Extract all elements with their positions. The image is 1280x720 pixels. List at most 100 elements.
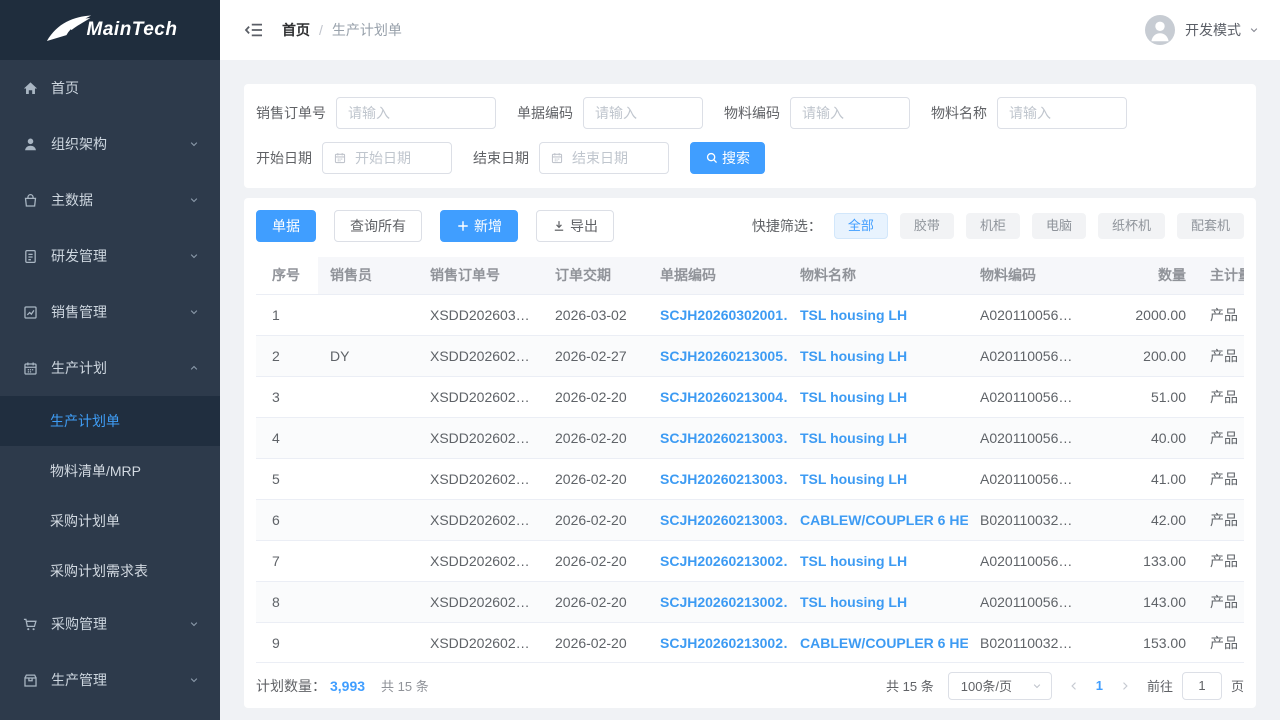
cell-link[interactable]: SCJH20260213003… bbox=[648, 499, 788, 540]
sidebar-subitem-purchase-plan-order[interactable]: 采购计划单 bbox=[0, 496, 220, 546]
end-date-picker[interactable]: 结束日期 bbox=[539, 142, 669, 174]
start-date-picker[interactable]: 开始日期 bbox=[322, 142, 452, 174]
cart-icon bbox=[22, 616, 39, 633]
prev-page-button[interactable] bbox=[1068, 680, 1080, 692]
filter-label: 物料名称 bbox=[931, 103, 987, 123]
cell-link[interactable]: TSL housing LH bbox=[788, 458, 968, 499]
table-row[interactable]: 4XSDD202602…2026-02-20SCJH20260213003…TS… bbox=[256, 417, 1244, 458]
cell-link[interactable]: SCJH20260213002… bbox=[648, 540, 788, 581]
sidebar-subitem-bom-mrp[interactable]: 物料清单/MRP bbox=[0, 446, 220, 496]
add-button[interactable]: 新增 bbox=[440, 210, 518, 242]
cell: 产品 bbox=[1198, 622, 1244, 660]
table-row[interactable]: 3XSDD202602…2026-02-20SCJH20260213004…TS… bbox=[256, 376, 1244, 417]
quick-filter-配套机[interactable]: 配套机 bbox=[1177, 213, 1244, 239]
sidebar-item-org[interactable]: 组织架构 bbox=[0, 116, 220, 172]
cell: 产品 bbox=[1198, 458, 1244, 499]
sidebar-item-rd[interactable]: 研发管理 bbox=[0, 228, 220, 284]
query-all-button[interactable]: 查询所有 bbox=[334, 210, 422, 242]
cell-link[interactable]: TSL housing LH bbox=[788, 581, 968, 622]
cell bbox=[318, 376, 418, 417]
goto-page-input[interactable] bbox=[1182, 672, 1222, 700]
cell-link[interactable]: TSL housing LH bbox=[788, 294, 968, 335]
quick-filter-机柜[interactable]: 机柜 bbox=[966, 213, 1020, 239]
table-row[interactable]: 5XSDD202602…2026-02-20SCJH20260213003…TS… bbox=[256, 458, 1244, 499]
quick-filter-胶带[interactable]: 胶带 bbox=[900, 213, 954, 239]
table-row[interactable]: 8XSDD202602…2026-02-20SCJH20260213002…TS… bbox=[256, 581, 1244, 622]
export-button[interactable]: 导出 bbox=[536, 210, 614, 242]
page-size-value: 100条/页 bbox=[961, 676, 1012, 695]
doc-button[interactable]: 单据 bbox=[256, 210, 316, 242]
filter-panel: 销售订单号单据编码物料编码物料名称 开始日期开始日期结束日期结束日期 搜索 bbox=[244, 84, 1256, 188]
column-header: 销售员 bbox=[318, 257, 418, 294]
chevron-down-icon bbox=[188, 250, 200, 262]
cell-link[interactable]: SCJH20260213003… bbox=[648, 417, 788, 458]
filter-label: 单据编码 bbox=[517, 103, 573, 123]
cell: XSDD202602… bbox=[418, 581, 543, 622]
toolbar: 单据查询所有新增导出 快捷筛选： 全部胶带机柜电脑纸杯机配套机 bbox=[256, 210, 1244, 242]
table-row[interactable]: 1XSDD202603…2026-03-02SCJH20260302001…TS… bbox=[256, 294, 1244, 335]
chevron-down-icon bbox=[1248, 24, 1260, 36]
breadcrumb-home[interactable]: 首页 bbox=[282, 20, 310, 40]
current-page[interactable]: 1 bbox=[1096, 678, 1103, 693]
cell-link[interactable]: SCJH20260213005… bbox=[648, 335, 788, 376]
sidebar-item-production[interactable]: 生产管理 bbox=[0, 652, 220, 708]
sales-order-no-input[interactable] bbox=[336, 97, 496, 129]
search-button[interactable]: 搜索 bbox=[690, 142, 765, 174]
filter-label: 开始日期 bbox=[256, 148, 312, 168]
cell-link[interactable]: CABLEW/COUPLER 6 HE bbox=[788, 499, 968, 540]
table-row[interactable]: 6XSDD202602…2026-02-20SCJH20260213003…CA… bbox=[256, 499, 1244, 540]
sidebar-item-home[interactable]: 首页 bbox=[0, 60, 220, 116]
sidebar-subitem-production-plan-order[interactable]: 生产计划单 bbox=[0, 396, 220, 446]
cell-link[interactable]: SCJH20260213003… bbox=[648, 458, 788, 499]
goto-label: 前往 bbox=[1147, 676, 1173, 695]
cell-link[interactable]: TSL housing LH bbox=[788, 540, 968, 581]
sidebar-subitem-label: 生产计划单 bbox=[50, 411, 120, 431]
sidebar-item-label: 销售管理 bbox=[51, 302, 107, 322]
calendar-icon bbox=[550, 151, 564, 165]
material-code-input[interactable] bbox=[790, 97, 910, 129]
sidebar-item-production-plan[interactable]: 生产计划 bbox=[0, 340, 220, 396]
cell-link[interactable]: SCJH20260213004… bbox=[648, 376, 788, 417]
pagination: 共 15 条 100条/页 1 前往 页 bbox=[886, 672, 1244, 700]
avatar bbox=[1145, 15, 1175, 45]
material-name-input[interactable] bbox=[997, 97, 1127, 129]
cell-link[interactable]: TSL housing LH bbox=[788, 376, 968, 417]
cell-link[interactable]: SCJH20260213002… bbox=[648, 581, 788, 622]
cell: 2026-02-20 bbox=[543, 458, 648, 499]
cell-link[interactable]: TSL housing LH bbox=[788, 417, 968, 458]
cell: A020110056… bbox=[968, 458, 1088, 499]
chevron-up-icon bbox=[188, 362, 200, 374]
sidebar-item-label: 采购管理 bbox=[51, 614, 107, 634]
cell-link[interactable]: SCJH20260302001… bbox=[648, 294, 788, 335]
cell-link[interactable]: CABLEW/COUPLER 6 HE bbox=[788, 622, 968, 660]
sidebar-submenu: 生产计划单物料清单/MRP采购计划单采购计划需求表 bbox=[0, 396, 220, 596]
page-size-select[interactable]: 100条/页 bbox=[948, 672, 1052, 700]
sidebar-collapse-button[interactable] bbox=[244, 20, 264, 40]
table-row[interactable]: 7XSDD202602…2026-02-20SCJH20260213002…TS… bbox=[256, 540, 1244, 581]
sidebar-subitem-purchase-plan-demand[interactable]: 采购计划需求表 bbox=[0, 546, 220, 596]
quick-filter-电脑[interactable]: 电脑 bbox=[1032, 213, 1086, 239]
next-page-button[interactable] bbox=[1119, 680, 1131, 692]
main-content: 销售订单号单据编码物料编码物料名称 开始日期开始日期结束日期结束日期 搜索 单据… bbox=[220, 60, 1280, 720]
cell-link[interactable]: SCJH20260213002… bbox=[648, 622, 788, 660]
quick-filter-全部[interactable]: 全部 bbox=[834, 213, 888, 239]
sidebar-item-master-data[interactable]: 主数据 bbox=[0, 172, 220, 228]
home-icon bbox=[22, 80, 39, 97]
sidebar-item-label: 研发管理 bbox=[51, 246, 107, 266]
sidebar-subitem-label: 采购计划需求表 bbox=[50, 561, 148, 581]
date-placeholder: 结束日期 bbox=[572, 148, 628, 168]
user-menu[interactable]: 开发模式 bbox=[1145, 15, 1260, 45]
sidebar-item-purchase[interactable]: 采购管理 bbox=[0, 596, 220, 652]
table-row[interactable]: 9XSDD202602…2026-02-20SCJH20260213002…CA… bbox=[256, 622, 1244, 660]
doc-code-input[interactable] bbox=[583, 97, 703, 129]
column-header: 销售订单号 bbox=[418, 257, 543, 294]
sidebar-item-sales[interactable]: 销售管理 bbox=[0, 284, 220, 340]
quick-filter-纸杯机[interactable]: 纸杯机 bbox=[1098, 213, 1165, 239]
table-row[interactable]: 2DYXSDD202602…2026-02-27SCJH20260213005…… bbox=[256, 335, 1244, 376]
cell-link[interactable]: TSL housing LH bbox=[788, 335, 968, 376]
cell: 产品 bbox=[1198, 376, 1244, 417]
table-footer: 计划数量： 3,993 共 15 条 共 15 条 100条/页 1 前往 页 bbox=[256, 662, 1244, 708]
cell: 51.00 bbox=[1088, 376, 1198, 417]
cell: 133.00 bbox=[1088, 540, 1198, 581]
sidebar-item-label: 生产管理 bbox=[51, 670, 107, 690]
